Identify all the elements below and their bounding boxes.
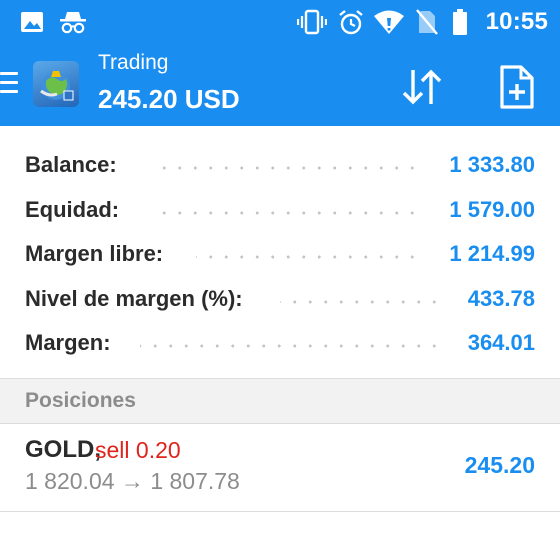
position-row[interactable]: GOLD, sell 0.20 1 820.04 → 1 807.78 245.…	[0, 424, 560, 512]
position-side: sell 0.20	[95, 437, 181, 463]
leader-dots	[140, 344, 442, 348]
app-bar: Trading 245.20 USD	[0, 44, 560, 126]
no-sim-icon	[416, 9, 438, 35]
summary-row-balance: Balance: 1 333.80	[0, 146, 560, 191]
summary-row-free-margin: Margen libre: 1 214.99	[0, 235, 560, 280]
status-bar: 10:55	[0, 0, 560, 44]
leader-dots	[280, 299, 442, 304]
account-title: Trading	[98, 51, 169, 74]
new-order-button[interactable]	[494, 64, 540, 110]
sort-icon	[402, 69, 442, 105]
summary-label: Nivel de margen (%):	[25, 285, 243, 311]
alarm-icon	[339, 10, 363, 35]
incognito-icon	[60, 12, 86, 34]
sort-button[interactable]	[399, 64, 445, 110]
position-prices: 1 820.04 → 1 807.78	[25, 468, 240, 495]
leader-dots	[196, 255, 420, 259]
position-symbol: GOLD,	[25, 436, 101, 463]
summary-value: 433.78	[467, 285, 535, 311]
image-icon	[21, 12, 43, 32]
menu-icon[interactable]	[0, 72, 18, 98]
summary-label: Margen libre:	[25, 241, 164, 266]
leader-dots	[150, 210, 420, 215]
summary-label: Equidad:	[25, 196, 120, 222]
summary-row-margin: Margen: 364.01	[0, 324, 560, 369]
summary-label: Balance:	[25, 152, 117, 177]
status-time: 10:55	[485, 8, 548, 35]
summary-value: 1 214.99	[449, 241, 535, 266]
new-order-icon	[500, 65, 534, 109]
summary-value: 364.01	[467, 330, 535, 355]
vibrate-icon	[297, 9, 327, 35]
arrow-right-icon: →	[120, 468, 144, 494]
wifi-icon	[374, 10, 404, 34]
positions-header: Posiciones	[0, 378, 560, 424]
leader-dots	[150, 166, 420, 170]
summary-label: Margen:	[25, 330, 111, 355]
account-summary: Balance: 1 333.80 Equidad: 1 579.00 Marg…	[0, 146, 560, 369]
positions-title: Posiciones	[25, 389, 136, 412]
app-logo	[33, 61, 79, 107]
summary-row-equity: Equidad: 1 579.00	[0, 191, 560, 236]
summary-value: 1 579.00	[449, 196, 535, 222]
open-price: 1 820.04	[25, 468, 115, 494]
summary-value: 1 333.80	[449, 152, 535, 177]
account-profit: 245.20 USD	[98, 84, 240, 114]
current-price: 1 807.78	[150, 468, 240, 494]
position-profit: 245.20	[464, 452, 535, 478]
battery-icon	[453, 9, 467, 35]
summary-row-margin-level: Nivel de margen (%): 433.78	[0, 280, 560, 325]
